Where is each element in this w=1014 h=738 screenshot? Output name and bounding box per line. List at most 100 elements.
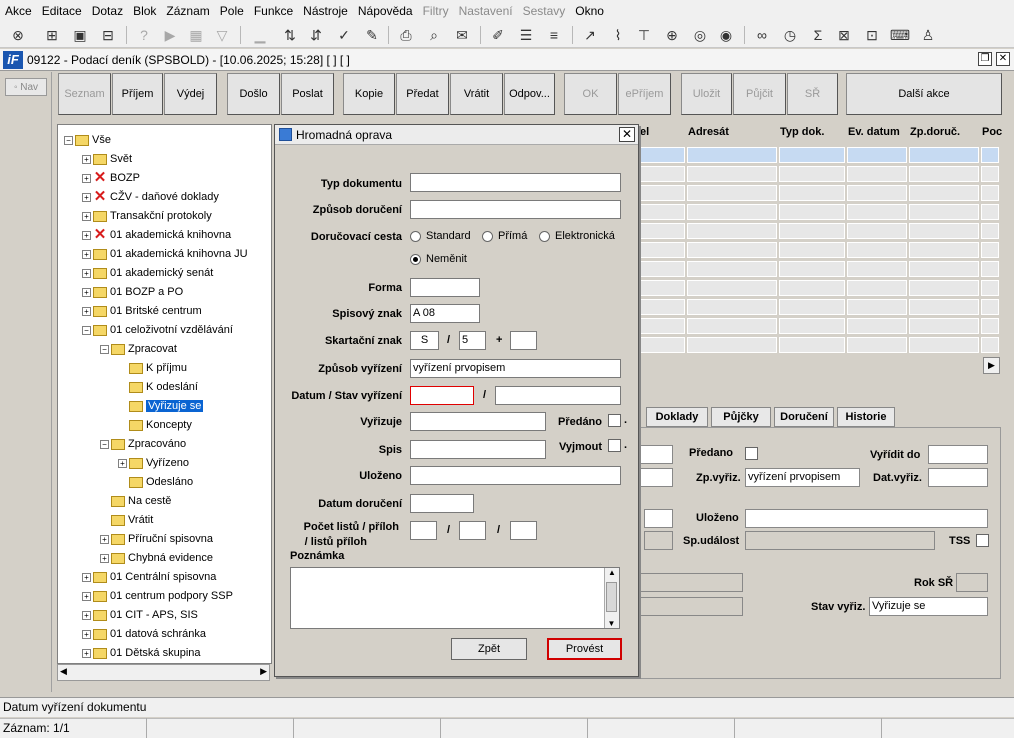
- spis-field[interactable]: [410, 440, 546, 459]
- tree-node[interactable]: + Vyřízeno: [118, 454, 189, 472]
- radio-standard-circle[interactable]: [410, 230, 421, 242]
- glasses-icon[interactable]: ∞: [752, 25, 772, 45]
- tree-node[interactable]: +01 BOZP a PO: [82, 283, 183, 301]
- odpov-button[interactable]: Odpov...: [504, 73, 555, 115]
- tree-node[interactable]: Koncepty: [118, 416, 192, 434]
- detail-field[interactable]: [644, 509, 673, 528]
- scroll-down-icon[interactable]: ▼: [605, 619, 618, 628]
- close-circle-icon[interactable]: ⊗: [8, 25, 28, 45]
- tab-historie[interactable]: Historie: [837, 407, 895, 427]
- datvyriz-field[interactable]: [928, 468, 988, 487]
- ulozeno-field[interactable]: [745, 509, 988, 528]
- mail-icon[interactable]: ✉: [452, 25, 472, 45]
- menu-item[interactable]: Editace: [37, 0, 87, 22]
- filter-icon[interactable]: ▽: [212, 25, 232, 45]
- tree-expander-icon[interactable]: +: [82, 610, 91, 620]
- predano-checkbox[interactable]: [608, 414, 621, 427]
- scroll-thumb[interactable]: [606, 582, 617, 612]
- nav-toggle-button[interactable]: ◦ Nav: [5, 78, 47, 96]
- detail-field[interactable]: [637, 445, 673, 464]
- prijem-button[interactable]: Příjem: [112, 73, 163, 115]
- radio-standard[interactable]: Standard: [410, 230, 471, 242]
- tree-expander-icon[interactable]: +: [82, 648, 91, 658]
- tree-node[interactable]: +01 centrum podpory SSP: [82, 587, 233, 605]
- tree-node[interactable]: +01 datová schránka: [82, 625, 206, 643]
- tree-node[interactable]: +01 CIT - APS, SIS: [82, 606, 198, 624]
- forma-field[interactable]: [410, 278, 480, 297]
- eye-icon[interactable]: ◉: [716, 25, 736, 45]
- scroll-right-icon[interactable]: ▶: [260, 666, 267, 677]
- checklist-icon[interactable]: ≡: [544, 25, 564, 45]
- ulozit-button[interactable]: Uložit: [681, 73, 732, 115]
- tree-node[interactable]: +01 akademický senát: [82, 264, 213, 282]
- tss-checkbox[interactable]: [976, 534, 989, 547]
- tree-expander-icon[interactable]: +: [82, 211, 91, 221]
- pocet-priloh-field[interactable]: [459, 521, 486, 540]
- pujcit-button[interactable]: Půjčit: [733, 73, 786, 115]
- table-row[interactable]: [637, 260, 1001, 278]
- signpost-icon[interactable]: ⊤: [634, 25, 654, 45]
- col-header[interactable]: Typ dok.: [777, 126, 845, 144]
- menu-item[interactable]: Nápověda: [353, 0, 418, 22]
- menu-item[interactable]: Nástroje: [298, 0, 353, 22]
- menu-item[interactable]: Okno: [570, 0, 609, 22]
- tree-expander-icon[interactable]: +: [82, 173, 91, 183]
- tree-expander-icon[interactable]: +: [82, 230, 91, 240]
- menu-item[interactable]: Blok: [128, 0, 161, 22]
- tree-expander-icon[interactable]: +: [118, 458, 127, 468]
- radio-elektronicka-circle[interactable]: [539, 230, 550, 242]
- ok-button[interactable]: OK: [564, 73, 617, 115]
- table-row[interactable]: [637, 298, 1001, 316]
- zpvyriz-field[interactable]: vyřízení prvopisem: [745, 468, 860, 487]
- add-icon[interactable]: ⊞: [42, 25, 62, 45]
- scroll-left-icon[interactable]: ◀: [60, 666, 67, 677]
- col-header[interactable]: Zp.doruč.: [907, 126, 979, 144]
- pocet-listu-field[interactable]: [410, 521, 437, 540]
- tree-node[interactable]: +01 Dětská skupina: [82, 644, 201, 662]
- menu-item[interactable]: Pole: [215, 0, 249, 22]
- check-icon[interactable]: ✓: [334, 25, 354, 45]
- excel-icon[interactable]: ⊠: [834, 25, 854, 45]
- tree-expander-icon[interactable]: +: [82, 591, 91, 601]
- seznam-button[interactable]: Seznam: [58, 73, 111, 115]
- tree-expander-icon[interactable]: +: [82, 192, 91, 202]
- scroll-up-icon[interactable]: ▲: [605, 568, 619, 577]
- datum-vyrizeni-field[interactable]: [410, 386, 474, 405]
- tree-expander-icon[interactable]: +: [82, 249, 91, 259]
- tree-expander-icon[interactable]: −: [100, 344, 109, 354]
- tree-node[interactable]: + Svět: [82, 150, 132, 168]
- tree-horizontal-scrollbar[interactable]: ◀ ▶: [57, 664, 270, 681]
- vydej-button[interactable]: Výdej: [164, 73, 217, 115]
- vratit-button[interactable]: Vrátit: [450, 73, 503, 115]
- tree-node[interactable]: Odesláno: [118, 473, 193, 491]
- clock-icon[interactable]: ◷: [780, 25, 800, 45]
- stavvyriz-field[interactable]: Vyřizuje se: [869, 597, 988, 616]
- tab-doklady[interactable]: Doklady: [646, 407, 708, 427]
- col-header[interactable]: el: [637, 126, 685, 144]
- zpusob-doruceni-field[interactable]: [410, 200, 621, 219]
- table-row[interactable]: [637, 279, 1001, 297]
- skartacni-plus-field[interactable]: [510, 331, 537, 350]
- list-icon[interactable]: ☰: [516, 25, 536, 45]
- compass-icon[interactable]: ◎: [690, 25, 710, 45]
- datum-doruceni-field[interactable]: [410, 494, 474, 513]
- globe-icon[interactable]: ⊕: [662, 25, 682, 45]
- keyboard-icon[interactable]: ⌨: [890, 25, 910, 45]
- signal-icon[interactable]: ▁: [250, 25, 270, 45]
- sort-desc-icon[interactable]: ⇵: [306, 25, 326, 45]
- col-header[interactable]: Adresát: [685, 126, 777, 144]
- tree-node[interactable]: Vrátit: [100, 511, 153, 529]
- tab-pujcky[interactable]: Půjčky: [711, 407, 771, 427]
- table-row[interactable]: [637, 336, 1001, 354]
- eprijem-button[interactable]: ePříjem: [618, 73, 671, 115]
- tree-node[interactable]: Vyřizuje se: [118, 397, 204, 415]
- zpusob-vyrizeni-field[interactable]: vyřízení prvopisem: [410, 359, 621, 378]
- tree-expander-icon[interactable]: +: [82, 629, 91, 639]
- vyrizuje-field[interactable]: [410, 412, 546, 431]
- restore-window-button[interactable]: ❐: [978, 52, 992, 66]
- tree-expander-icon[interactable]: +: [82, 154, 91, 164]
- tab-doruceni[interactable]: Doručení: [774, 407, 834, 427]
- edit-icon[interactable]: ✐: [488, 25, 508, 45]
- play-icon[interactable]: ▶: [160, 25, 180, 45]
- menu-item[interactable]: Akce: [0, 0, 37, 22]
